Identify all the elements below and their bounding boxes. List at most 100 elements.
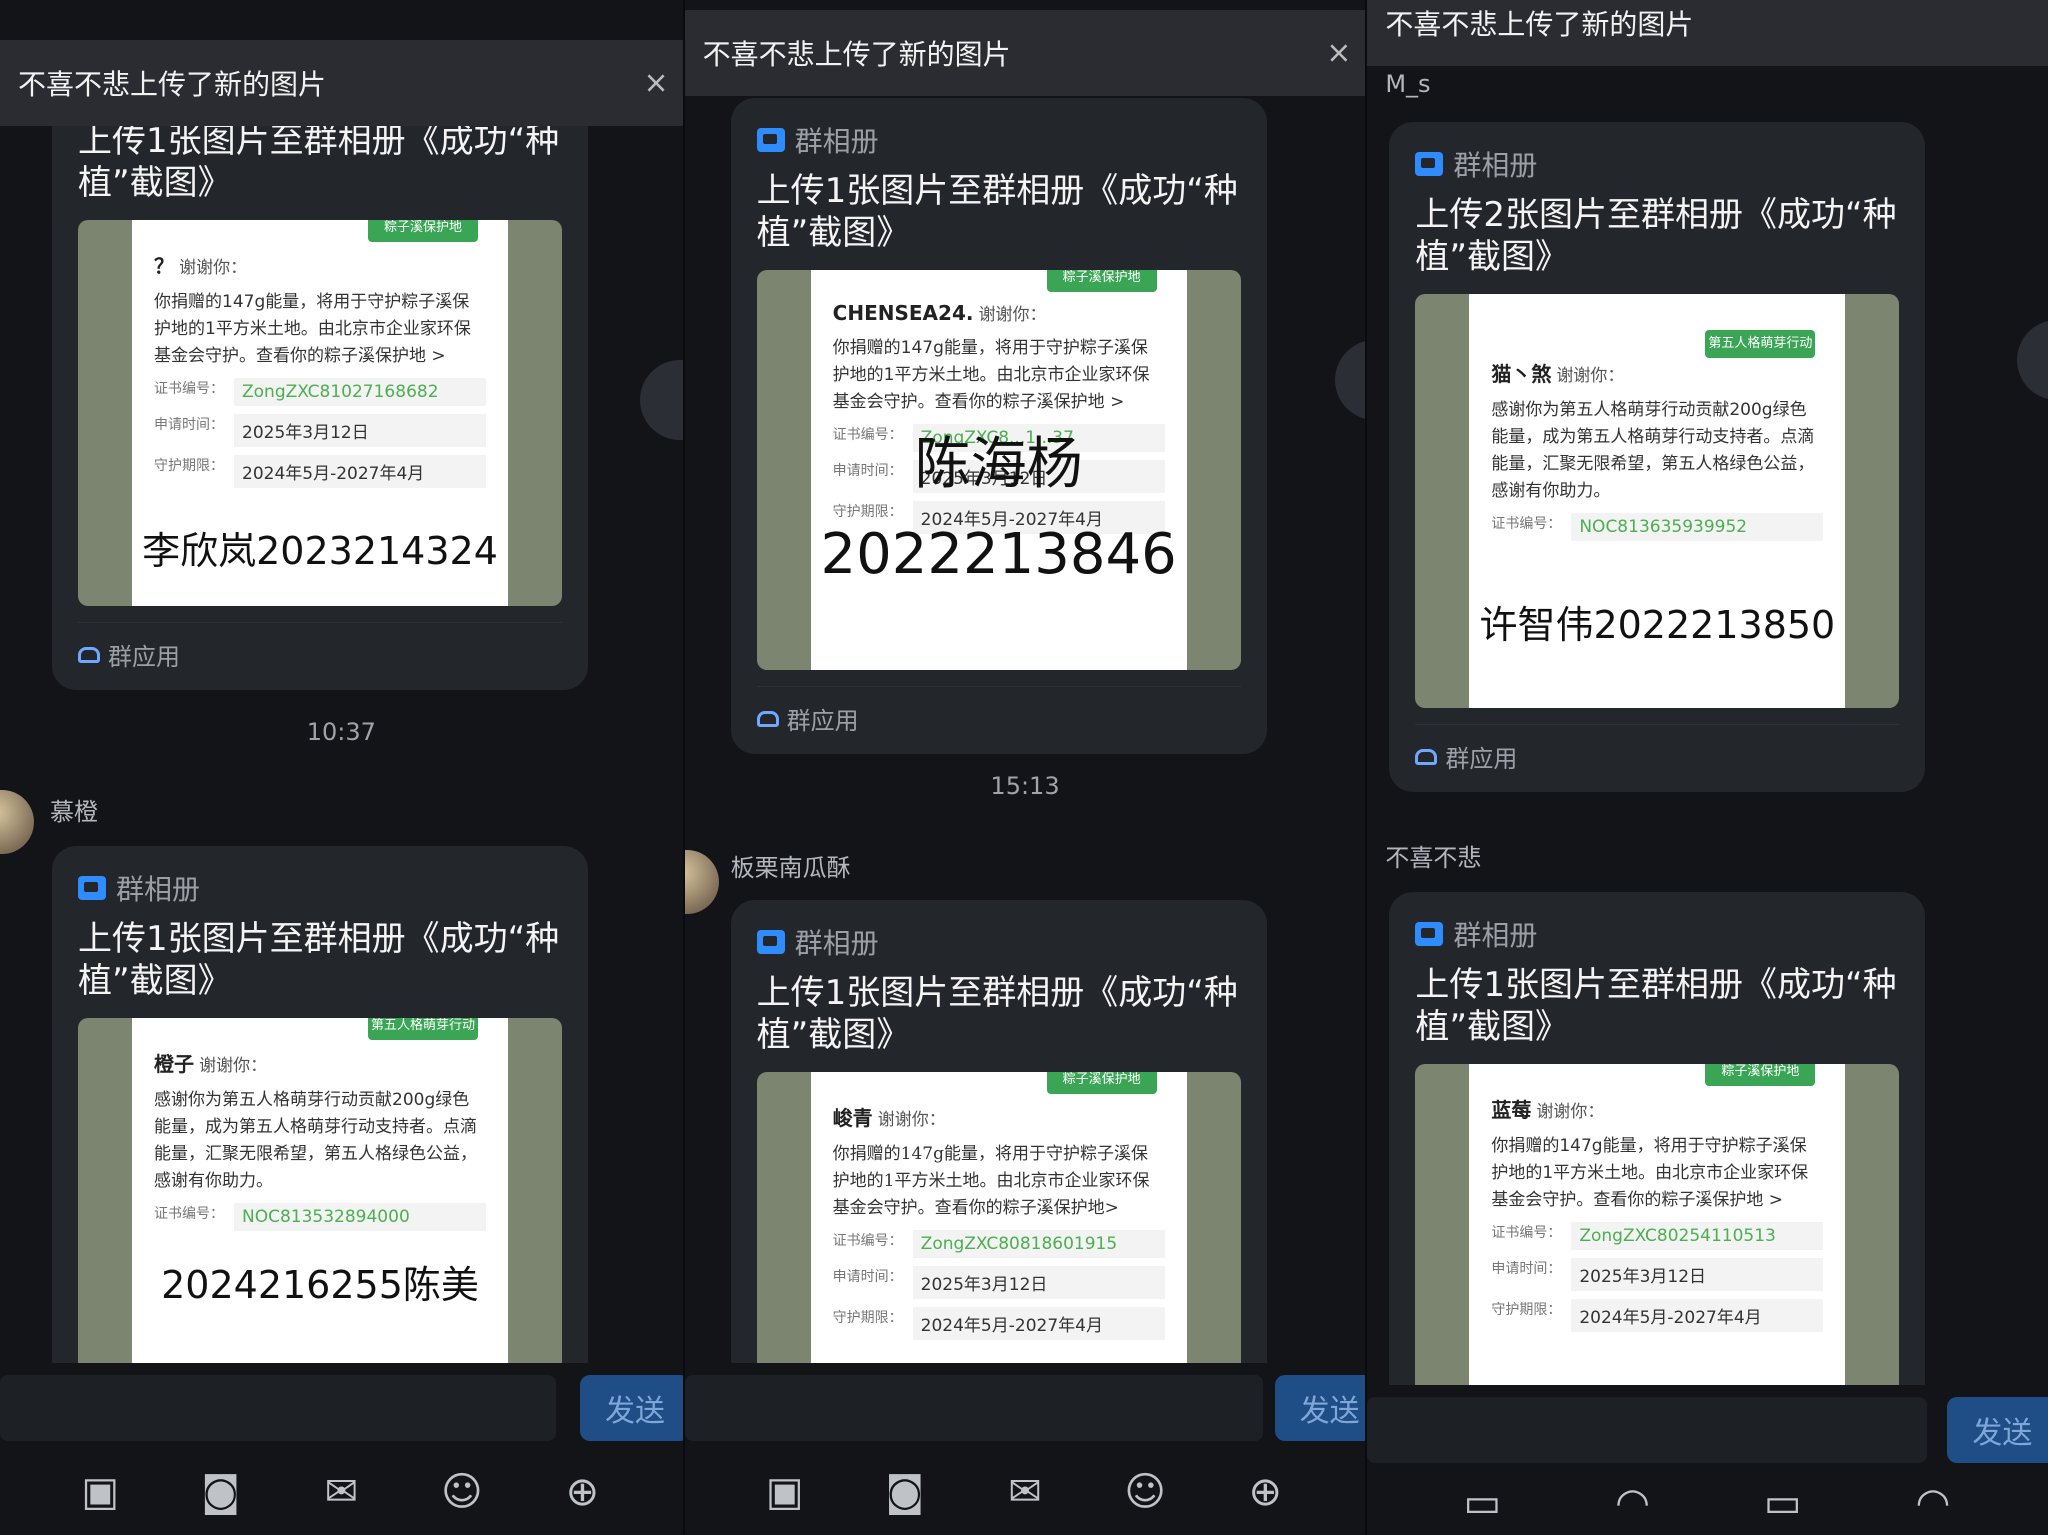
cert-row-key: 证书编号： [832, 1233, 903, 1249]
cert-ribbon: 粽子溪保护地 [1046, 270, 1157, 292]
card-header: 群相册 [756, 120, 1241, 160]
image-icon[interactable]: ▣ [757, 1469, 813, 1515]
cert-row: 守护期限： 2024年5月-2027年4月 [833, 1307, 1165, 1340]
cert-row: 守护期限： 2024年5月-2027年4月 [1491, 1299, 1824, 1332]
certificate-image[interactable]: 粽子溪保护地 峻青 谢谢你： 你捐赠的147g能量，将用于守护粽子溪保护地的1平… [756, 1072, 1241, 1392]
album-card[interactable]: 群相册 上传2张图片至群相册《成功“种植”截图》 第五人格萌芽行动 猫丶煞 谢谢… [1389, 122, 1926, 792]
album-card[interactable]: 群相册 上传1张图片至群相册《成功“种植”截图》 第五人格萌芽行动 橙子 谢谢你… [52, 846, 588, 1416]
avatar[interactable] [684, 850, 719, 914]
certificate-image[interactable]: 第五人格萌芽行动 橙子 谢谢你： 感谢你为第五人格萌芽行动贡献200g绿色能量，… [78, 1018, 562, 1398]
cert-body: 你捐赠的147g能量，将用于守护粽子溪保护地的1平方米土地。由北京市企业家环保基… [832, 338, 1150, 412]
group-icon [78, 646, 100, 663]
scroll-button[interactable] [1334, 340, 1366, 420]
card-source: 群相册 [794, 125, 879, 158]
cert-body: 你捐赠的147g能量，将用于守护粽子溪保护地的1平方米土地。由北京市企业家环保基… [154, 292, 471, 366]
certificate-image[interactable]: 粽子溪保护地 蓝莓 谢谢你： 你捐赠的147g能量，将用于守护粽子溪保护地的1平… [1415, 1064, 1900, 1394]
cert-row-value: NOC813532894000 [234, 1203, 486, 1231]
cert-ribbon: 第五人格萌芽行动 [368, 1018, 478, 1040]
cert-thanks: 谢谢你： [199, 1056, 268, 1076]
cert-row-value: NOC813635939952 [1571, 513, 1824, 541]
card-source: 群相册 [794, 927, 879, 960]
toolbar: ▣ ◙ ✉ ☺ ⊕ [684, 1449, 1366, 1535]
cert-name: 蓝莓 [1491, 1098, 1532, 1122]
camera-icon[interactable]: ◙ [193, 1469, 249, 1515]
message-input[interactable] [0, 1375, 556, 1441]
cert-ribbon: 粽子溪保护地 [1046, 1072, 1157, 1094]
cert-thanks: 谢谢你： [179, 258, 248, 278]
album-icon [756, 930, 785, 954]
image-icon[interactable]: ▭ [1454, 1480, 1510, 1526]
card-source: 群相册 [1453, 919, 1538, 952]
card-title: 上传1张图片至群相册《成功“种植”截图》 [78, 121, 560, 203]
certificate-image[interactable]: 第五人格萌芽行动 猫丶煞 谢谢你： 感谢你为第五人格萌芽行动贡献200g绿色能量… [1415, 294, 1900, 708]
cert-row-key: 证书编号： [1491, 516, 1562, 532]
avatar[interactable] [0, 790, 34, 854]
footer-label: 群应用 [1445, 745, 1518, 773]
cert-thanks: 谢谢你： [978, 305, 1047, 325]
card-header: 群相册 [1415, 914, 1899, 954]
cert-name: ？ [154, 254, 174, 278]
cert-name: 峻青 [832, 1106, 873, 1130]
red-packet-icon[interactable]: ✉ [313, 1469, 369, 1515]
cert-name: CHENSEA24. [832, 301, 974, 325]
upload-notification[interactable]: 不喜不悲上传了新的图片 × [684, 10, 1366, 96]
red-packet-icon[interactable]: ▭ [1755, 1480, 1811, 1526]
message-input[interactable] [684, 1375, 1263, 1441]
plus-icon[interactable]: ⊕ [1237, 1469, 1293, 1515]
upload-notification[interactable]: 不喜不悲上传了新的图片 × [0, 40, 683, 126]
send-button[interactable]: 发送 [1947, 1397, 2048, 1463]
send-button[interactable]: 发送 [1274, 1375, 1366, 1441]
certificate-image[interactable]: 粽子溪保护地 CHENSEA24. 谢谢你： 你捐赠的147g能量，将用于守护粽… [756, 270, 1241, 670]
cert-row: 申请时间： 2025年3月12日 [833, 1266, 1165, 1299]
cert-row-key: 申请时间： [1491, 1261, 1562, 1277]
message-input[interactable] [1367, 1397, 1928, 1463]
cert-row: 申请时间： 2025年3月12日 [154, 414, 486, 447]
emoji-icon[interactable]: ◠ [1905, 1480, 1961, 1526]
sender-name: M_s [1385, 70, 1431, 98]
red-packet-icon[interactable]: ✉ [997, 1469, 1053, 1515]
cert-row-value: ZongZXC80818601915 [912, 1230, 1165, 1258]
album-icon [1415, 922, 1444, 946]
group-app-footer[interactable]: 群应用 [1415, 724, 1900, 774]
card-title: 上传1张图片至群相册《成功“种植”截图》 [1415, 965, 1897, 1047]
card-title: 上传1张图片至群相册《成功“种植”截图》 [756, 171, 1238, 253]
scroll-button[interactable] [640, 360, 683, 440]
card-source: 群相册 [1453, 149, 1538, 182]
image-icon[interactable]: ▣ [72, 1469, 128, 1515]
album-card[interactable]: 群相册 上传1张图片至群相册《成功“种植”截图》 粽子溪保护地 峻青 谢谢你： … [730, 900, 1267, 1410]
sender-name: 不喜不悲 [1385, 844, 1482, 872]
cert-ribbon: 粽子溪保护地 [368, 220, 478, 242]
cert-row-key: 守护期限： [154, 458, 224, 474]
close-icon[interactable]: × [1326, 36, 1351, 71]
sender-name: 慕橙 [50, 798, 98, 826]
overlay-annotation: 李欣岚2023214324 [142, 529, 498, 573]
album-card[interactable]: 上传1张图片至群相册《成功“种植”截图》 粽子溪保护地 ？ 谢谢你： 你捐赠的1… [52, 96, 588, 690]
cert-row-value: 2025年3月12日 [234, 414, 486, 447]
album-card[interactable]: 群相册 上传1张图片至群相册《成功“种植”截图》 粽子溪保护地 CHENSEA2… [730, 98, 1267, 754]
scroll-button[interactable] [2017, 320, 2048, 400]
cert-row: 守护期限： 2024年5月-2027年4月 [154, 455, 486, 488]
cert-name: 猫丶煞 [1491, 362, 1552, 386]
cert-row: 申请时间： 2025年3月12日 [1491, 1258, 1824, 1291]
footer-label: 群应用 [108, 643, 180, 671]
emoji-icon[interactable]: ☺ [1117, 1469, 1173, 1515]
timestamp: 15:13 [990, 772, 1060, 800]
notification-text: 不喜不悲上传了新的图片 [18, 68, 327, 101]
send-button[interactable]: 发送 [580, 1375, 683, 1441]
card-source: 群相册 [116, 873, 201, 906]
camera-icon[interactable]: ◙ [877, 1469, 933, 1515]
group-icon [756, 710, 779, 727]
group-app-footer[interactable]: 群应用 [78, 622, 562, 672]
camera-icon[interactable]: ◠ [1605, 1480, 1661, 1526]
close-icon[interactable]: × [644, 66, 669, 101]
plus-icon[interactable]: ⊕ [554, 1469, 610, 1515]
cert-body: 感谢你为第五人格萌芽行动贡献200g绿色能量，成为第五人格萌芽行动支持者。点滴能… [154, 1090, 477, 1191]
upload-notification[interactable]: 不喜不悲上传了新的图片 [1367, 0, 2048, 66]
input-bar: 发送 [0, 1363, 683, 1449]
group-app-footer[interactable]: 群应用 [756, 686, 1241, 736]
timestamp: 10:37 [306, 718, 376, 746]
certificate-image[interactable]: 粽子溪保护地 ？ 谢谢你： 你捐赠的147g能量，将用于守护粽子溪保护地的1平方… [78, 220, 562, 606]
cert-body: 感谢你为第五人格萌芽行动贡献200g绿色能量，成为第五人格萌芽行动支持者。点滴能… [1491, 400, 1815, 501]
album-card[interactable]: 群相册 上传1张图片至群相册《成功“种植”截图》 粽子溪保护地 蓝莓 谢谢你： … [1389, 892, 1926, 1412]
emoji-icon[interactable]: ☺ [434, 1469, 490, 1515]
